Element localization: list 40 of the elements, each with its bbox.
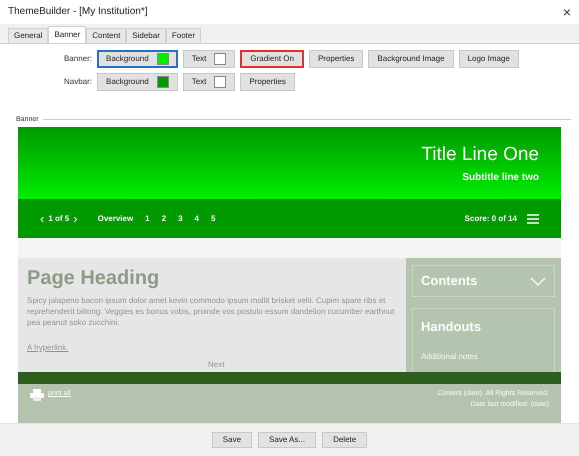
contents-heading: Contents [421,272,478,290]
menu-icon[interactable] [527,214,539,224]
tab[interactable]: Banner [48,26,86,43]
page-heading: Page Heading [27,266,160,292]
nav-link[interactable]: Overview [98,212,134,225]
toolbar-button[interactable]: Background Image [368,50,454,68]
color-button[interactable]: Background [97,72,178,91]
page-link[interactable]: 3 [178,212,183,225]
body-text: Spicy jalapeno bacon ipsum dolor amet kevin commodo ipsum mollit brisket velit. Cupim spare ribs et reprehenderit biltong. Veggies es bonus vobis, proinde vos postulo essum dandelion cucumber earthnut pea peanut soko zucchini. [27,295,396,328]
page-link[interactable]: 2 [162,212,166,225]
page-link[interactable]: 5 [210,212,216,225]
tab[interactable]: Sidebar [126,28,166,43]
handouts-heading: Handouts [421,318,482,336]
score: Score: 0 of 14 [464,212,517,225]
toolbar-button[interactable]: Properties [308,50,364,68]
next-button[interactable]: › [73,208,78,228]
action-button[interactable]: Save [212,432,252,448]
action-button[interactable]: Save As... [258,432,316,448]
close-button[interactable]: × [562,4,571,19]
tab[interactable]: Content [86,28,126,43]
row-label: Navbar: [62,76,92,88]
toolbar-button[interactable]: Properties [240,72,295,91]
toolbar-button[interactable]: Logo Image [458,50,519,68]
banner-subtitle: Subtitle line two [462,170,539,185]
row-label: Banner: [62,52,92,65]
color-button[interactable]: Background [97,50,178,68]
next-label: Next [208,359,224,372]
page-link[interactable]: 4 [194,212,199,225]
tab[interactable]: General [8,28,48,43]
printer-icon [30,389,44,402]
page-link[interactable]: 1 [145,212,150,225]
color-button[interactable]: Text [182,72,236,91]
color-button[interactable]: Text [182,50,236,68]
page-indicator: 1 of 5 [48,212,70,225]
previous-button[interactable]: ‹ [40,208,44,228]
toolbar-button[interactable]: Gradient On [240,50,304,68]
tab[interactable]: Footer [166,28,201,43]
banner-title: Title Line One [421,143,539,168]
action-button[interactable]: Delete [322,432,368,448]
window-title: ThemeBuilder - [My Institution*] [8,5,148,20]
